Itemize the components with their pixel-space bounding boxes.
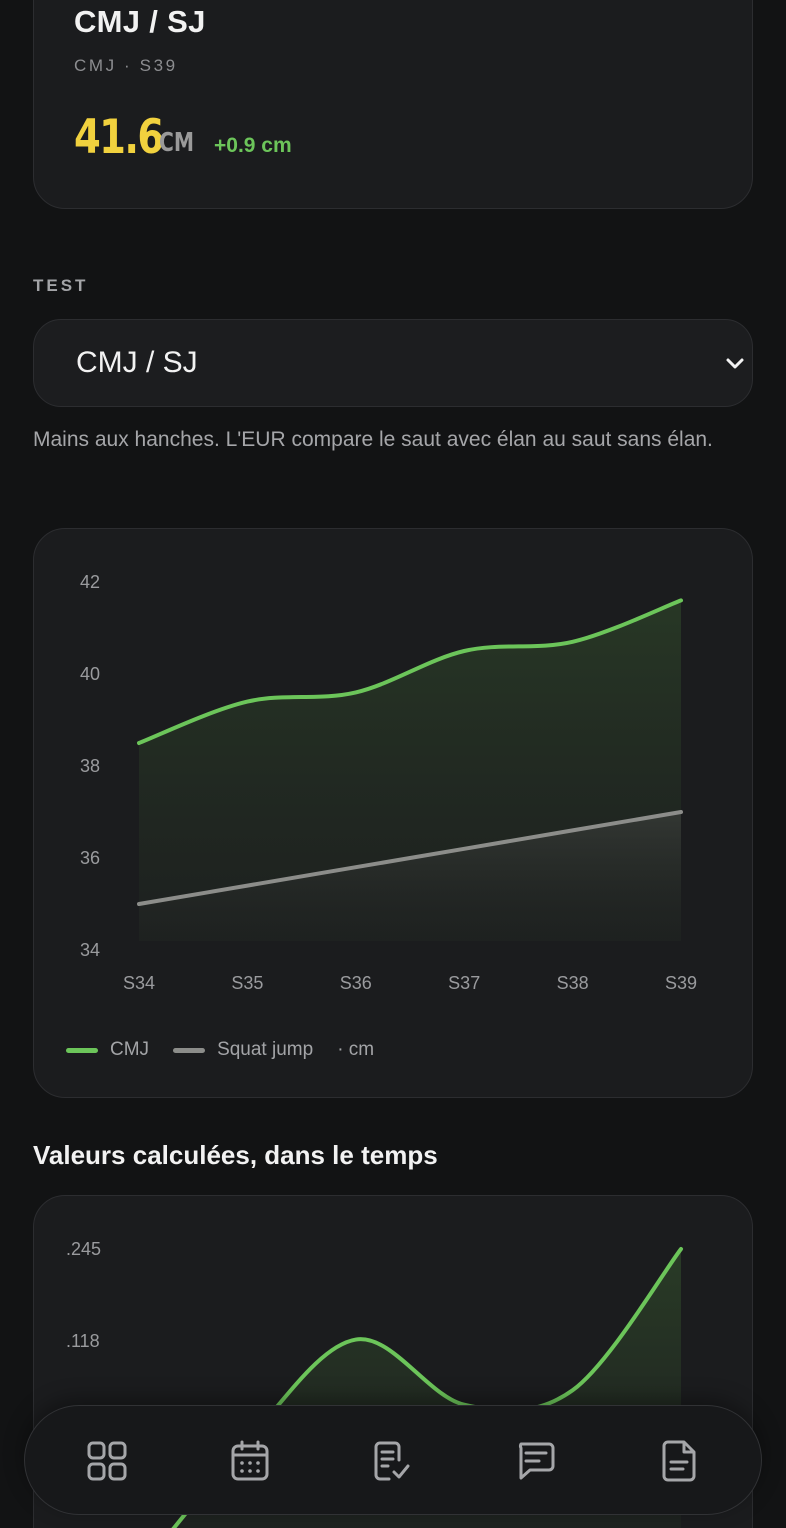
calendar-icon [231,1440,269,1481]
summary-title: CMJ / SJ [74,4,206,39]
grid-icon [87,1441,127,1481]
x-tick-label: S36 [340,973,372,993]
nav-item-calendar[interactable] [227,1438,273,1484]
nav-item-checklist[interactable] [369,1438,415,1484]
checklist-icon [374,1441,410,1481]
test-description: Mains aux hanches. L'EUR compare le saut… [33,428,713,451]
y-tick-label: 40 [80,664,100,684]
document-icon [662,1440,696,1482]
y-tick-label: 42 [80,572,100,592]
chart-legend: CMJ Squat jump · cm [66,1038,374,1062]
calculated-values-heading: Valeurs calculées, dans le temps [33,1140,438,1170]
bottom-nav [24,1405,762,1515]
nav-item-dashboard[interactable] [84,1438,130,1484]
summary-delta: +0.9 cm [214,134,292,157]
x-tick-label: S34 [123,973,155,993]
legend-label-cmj: CMJ [110,1039,150,1060]
chat-icon [518,1442,555,1480]
legend-item-squat-jump: Squat jump [173,1039,313,1061]
chevron-down-icon [726,358,744,369]
summary-value: 41.6 [74,110,164,165]
legend-swatch-cmj [66,1047,98,1053]
page: CMJ / SJ CMJ · S39 41.6 CM +0.9 cm TEST … [0,0,786,1528]
legend-item-cmj: CMJ [66,1039,149,1061]
test-select-value: CMJ / SJ [76,346,198,379]
summary-subtitle: CMJ · S39 [74,56,178,75]
y-tick-label: .245 [66,1239,101,1259]
y-tick-label: 36 [80,848,100,868]
nav-item-messages[interactable] [512,1438,558,1484]
y-tick-label: 34 [80,940,100,960]
y-tick-label: .118 [66,1331,100,1351]
test-select[interactable]: CMJ / SJ [33,319,753,407]
x-tick-label: S38 [557,973,589,993]
test-section-label: TEST [33,276,89,295]
cmj-sj-chart: 42 40 38 36 34 S34 S35 S36 S37 S38 S39 [80,572,697,993]
x-tick-label: S39 [665,973,697,993]
legend-label-squat-jump: Squat jump [217,1039,314,1060]
chart-card: 42 40 38 36 34 S34 S35 S36 S37 S38 S39 [33,528,753,1098]
summary-unit: CM [159,128,195,158]
x-tick-label: S37 [448,973,480,993]
legend-unit-note: · cm [337,1039,375,1060]
y-tick-label: 38 [80,756,100,776]
nav-item-documents[interactable] [657,1438,703,1484]
x-tick-label: S35 [231,973,263,993]
legend-swatch-squat-jump [173,1047,206,1053]
